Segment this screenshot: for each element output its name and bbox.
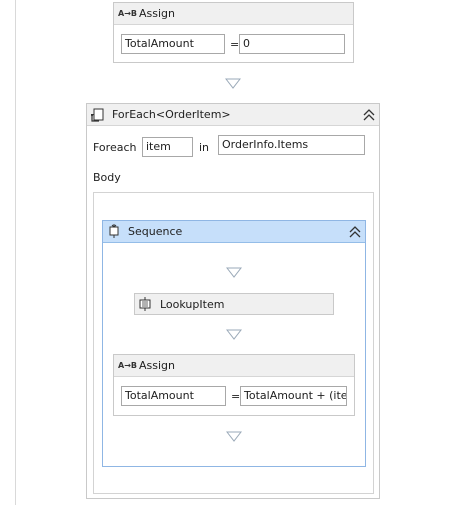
assign-icon: A→B (118, 9, 137, 18)
foreach-in-label: in (199, 141, 210, 154)
assign-to-field[interactable]: TotalAmount (121, 34, 225, 54)
foreach-icon (91, 108, 104, 122)
assign-to-field[interactable]: TotalAmount (121, 386, 226, 406)
sequence-header: Sequence (103, 221, 365, 243)
foreach-label: Foreach (93, 141, 137, 154)
assign-value-field[interactable]: TotalAmount + (ite (240, 386, 347, 406)
canvas-left-rule (15, 0, 16, 505)
assign-icon: A→B (118, 361, 137, 370)
sequence-icon (109, 224, 119, 238)
drop-arrow-icon[interactable] (225, 78, 241, 89)
lookupitem-title: LookupItem (160, 298, 225, 311)
sequence-activity[interactable]: Sequence LookupItem A→B Assign TotalAmou… (102, 220, 366, 467)
body-label: Body (93, 171, 121, 184)
drop-arrow-icon[interactable] (226, 267, 242, 278)
assign-activity-inner[interactable]: A→B Assign TotalAmount = TotalAmount + (… (113, 354, 355, 416)
drop-arrow-icon[interactable] (226, 329, 242, 340)
assign-title: Assign (139, 7, 175, 20)
foreach-activity[interactable]: ForEach<OrderItem> Foreach item in Order… (86, 103, 380, 499)
collapse-icon[interactable] (347, 224, 363, 240)
foreach-header: ForEach<OrderItem> (87, 104, 379, 126)
body-container: Sequence LookupItem A→B Assign TotalAmou… (93, 192, 374, 494)
lookup-icon (139, 297, 151, 311)
assign-header: A→B Assign (114, 3, 353, 25)
foreach-item-field[interactable]: item (142, 137, 193, 157)
sequence-title: Sequence (128, 225, 183, 238)
assign-equals: = (230, 38, 240, 51)
assign-value-field[interactable]: 0 (239, 34, 345, 54)
assign-title: Assign (139, 359, 175, 372)
foreach-collection-field[interactable]: OrderInfo.Items (218, 135, 365, 155)
collapse-icon[interactable] (361, 107, 377, 123)
lookupitem-activity[interactable]: LookupItem (134, 293, 334, 315)
assign-header: A→B Assign (114, 355, 354, 377)
drop-arrow-icon[interactable] (226, 431, 242, 442)
assign-activity-top[interactable]: A→B Assign TotalAmount = 0 (113, 2, 354, 63)
assign-equals: = (231, 390, 241, 403)
foreach-title: ForEach<OrderItem> (112, 108, 231, 121)
